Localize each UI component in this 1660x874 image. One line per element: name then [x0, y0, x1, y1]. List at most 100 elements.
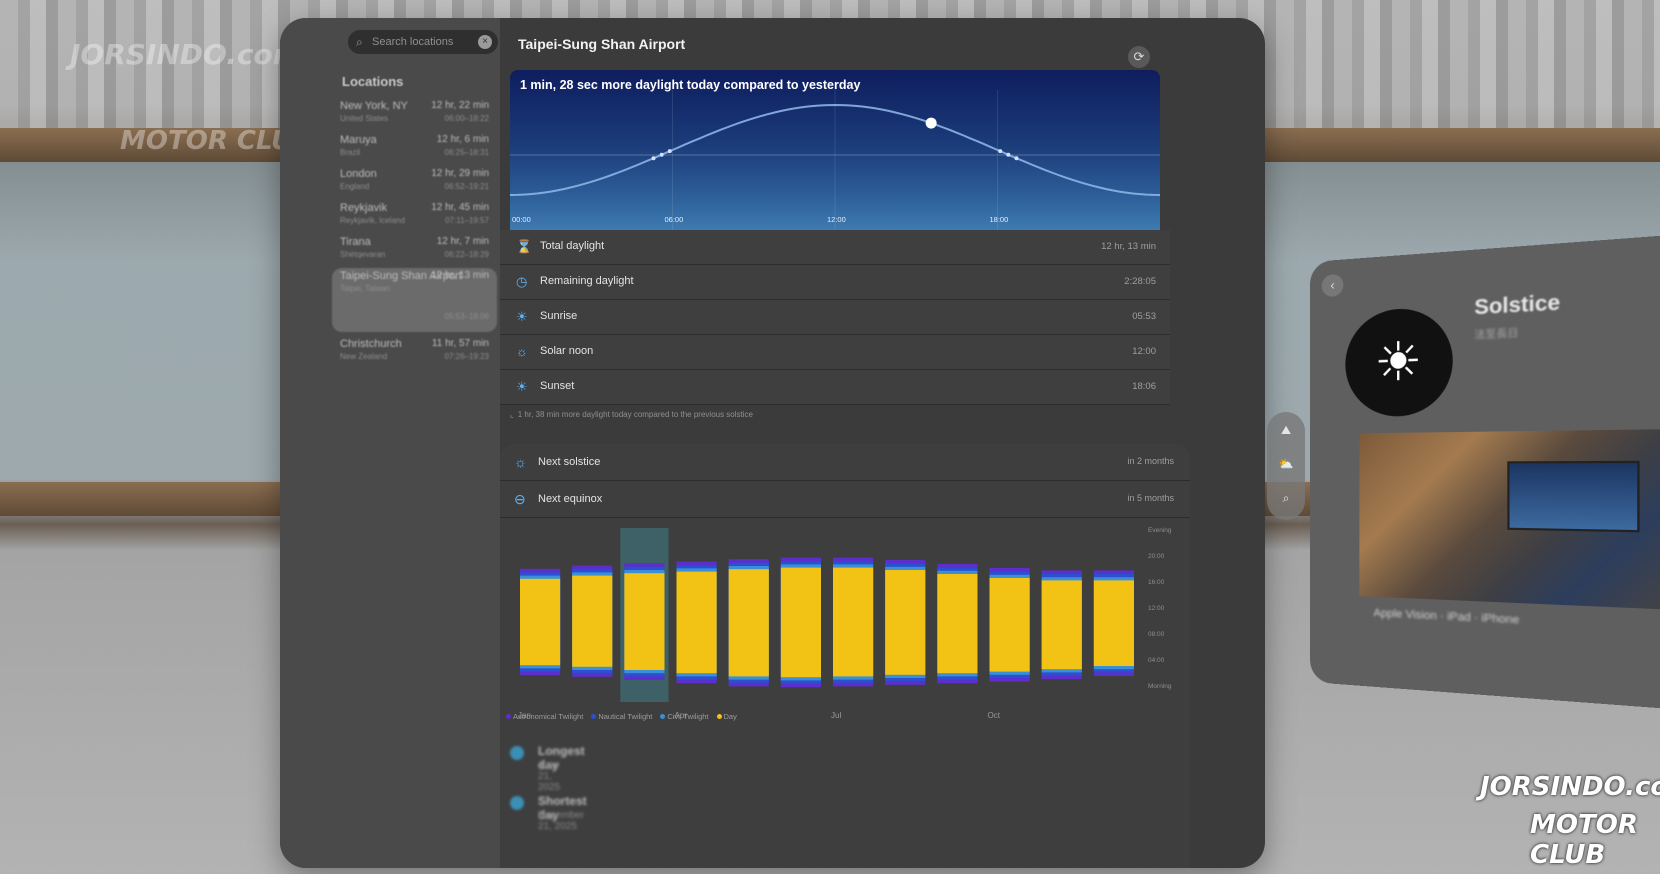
location-daylight: 12 hr, 29 min — [431, 168, 489, 179]
legend-label: Astronomical Twilight — [513, 712, 584, 721]
event-value: in 5 months — [1127, 493, 1174, 503]
sidebar-location-item[interactable]: Tirana Shëtqevaran 12 hr, 7 min 06:22–18:29 — [332, 234, 497, 264]
stat-value: 12:00 — [1132, 346, 1156, 357]
location-daylight: 12 hr, 7 min — [436, 236, 489, 247]
event-row[interactable]: ⊖ Next equinox in 5 months — [500, 481, 1190, 518]
twilight-marker — [998, 149, 1003, 154]
sunrise-icon[interactable]: ⛰ — [1278, 422, 1294, 438]
sidebar-location-item[interactable]: Reykjavik Reykjavík, Iceland 12 hr, 45 min… — [332, 200, 497, 230]
detail-pane: Taipei-Sung Shan Airport ⟳ 00:00 06:00 12:… — [500, 18, 1265, 868]
back-icon[interactable]: ‹ — [1321, 273, 1344, 298]
x-tick-label: 18:00 — [990, 215, 1009, 224]
location-daylight: 12 hr, 22 min — [431, 100, 489, 111]
page-title: Taipei-Sung Shan Airport — [518, 36, 686, 52]
chart-legend: Astronomical Twilight Nautical Twilight Ci… — [506, 712, 745, 721]
daylight-bar — [780, 567, 821, 678]
sidebar-location-item[interactable]: Taipei-Sung Shan Airport Taipei, Taiwan 12… — [332, 268, 497, 332]
sun-icon: ☼ — [514, 454, 527, 470]
event-row[interactable]: ☼ Next solstice in 2 months — [500, 444, 1190, 481]
solstice-app-icon: ☀ — [1345, 305, 1453, 418]
location-region: Brazil — [340, 148, 361, 157]
location-daylight: 11 hr, 57 min — [431, 338, 489, 349]
daylight-bar — [1041, 580, 1082, 670]
daylight-bar — [728, 569, 769, 677]
legend-item: Nautical Twilight — [591, 712, 652, 721]
sidebar: ⌕ Search locations × Locations New York,… — [280, 18, 500, 868]
current-sun-marker[interactable] — [925, 117, 937, 129]
location-region: United States — [340, 114, 389, 123]
legend-label: Civil Twilight — [667, 712, 709, 721]
season-panel: ☼ Next solstice in 2 months ⊖ Next equinox in… — [500, 444, 1190, 868]
location-name: Tirana — [340, 236, 371, 248]
location-times: 06:00–18:22 — [444, 114, 490, 123]
secondary-subtitle: 法至長日 — [1474, 328, 1519, 342]
refresh-icon[interactable]: ⟳ — [1128, 46, 1150, 68]
secondary-title: Solstice — [1474, 291, 1561, 320]
watermark-top: JORSINDO.com — [70, 38, 302, 71]
stat-row: ☼ Solar noon 12:00 — [500, 335, 1170, 370]
room-screen-image — [1507, 460, 1640, 533]
stat-row: ⌛ Total daylight 12 hr, 13 min — [500, 230, 1170, 265]
chart-small-icon: ⌞ — [510, 410, 514, 419]
x-tick-label: 12:00 — [827, 215, 846, 224]
stats-list: ⌛ Total daylight 12 hr, 13 min ◷ Remaining d… — [500, 230, 1170, 405]
stat-row: ☀ Sunrise 05:53 — [500, 300, 1170, 335]
sidebar-location-item[interactable]: London England 12 hr, 29 min 06:52–19:21 — [332, 166, 497, 196]
stat-value: 18:06 — [1132, 381, 1156, 392]
main-window: ⌕ Search locations × Locations New York,… — [280, 18, 1265, 868]
watermark-bottom: JORSINDO.com — [1480, 772, 1660, 802]
stat-label: Total daylight — [540, 240, 605, 252]
clear-icon[interactable]: × — [478, 35, 492, 49]
sunset-icon[interactable]: ⛅ — [1278, 456, 1294, 472]
timer-icon: ◷ — [516, 274, 528, 289]
twilight-marker — [651, 156, 656, 161]
longest-day-date: June 21, 2025 — [538, 760, 561, 793]
daylight-chart-svg: 00:00 06:00 12:00 18:00 — [510, 90, 1160, 230]
time-tick-label: Morning — [1148, 683, 1172, 690]
month-tick-label: Jul — [831, 711, 841, 720]
hourglass-icon: ⌛ — [516, 239, 533, 254]
daylight-bar — [885, 570, 926, 675]
location-times: 06:25–18:31 — [444, 148, 490, 157]
search-icon[interactable]: ⌕ — [1278, 490, 1294, 506]
location-region: Shëtqevaran — [340, 250, 386, 259]
x-tick-label: 06:00 — [665, 215, 684, 224]
legend-label: Nautical Twilight — [598, 712, 653, 721]
legend-swatch — [591, 714, 597, 719]
sidebar-location-item[interactable]: New York, NY United States 12 hr, 22 min 06… — [332, 98, 497, 128]
daylight-bar — [520, 578, 561, 666]
globe-icon: ⊖ — [514, 491, 526, 507]
sidebar-location-item[interactable]: Christchurch New Zealand 11 hr, 57 min 07:2… — [332, 336, 497, 366]
stat-value: 12 hr, 13 min — [1101, 241, 1156, 252]
device-list: Apple Vision · iPad · iPhone — [1373, 606, 1520, 627]
footnote: ⌞ 1 hr, 38 min more daylight today compar… — [510, 410, 753, 419]
daylight-bar — [1093, 580, 1134, 666]
globe-icon — [510, 746, 524, 760]
location-name: New York, NY — [340, 100, 408, 112]
location-name: London — [340, 168, 377, 180]
location-region: England — [340, 182, 370, 191]
twilight-marker — [667, 149, 672, 154]
sun-icon: ☼ — [516, 344, 528, 359]
location-times: 06:22–18:29 — [444, 250, 490, 259]
twilight-marker — [1014, 156, 1019, 161]
search-input[interactable]: ⌕ Search locations × — [348, 30, 498, 54]
legend-item: Civil Twilight — [660, 712, 709, 721]
stat-label: Sunset — [540, 380, 575, 392]
shortest-day-date: December 21, 2025 — [538, 810, 585, 832]
watermark-bottom-sub: MOTOR CLUB — [1530, 810, 1638, 870]
daylight-bar — [624, 573, 665, 670]
location-daylight: 12 hr, 13 min — [431, 270, 489, 281]
stat-row: ☀ Sunset 18:06 — [500, 370, 1170, 405]
daylight-bar — [833, 567, 874, 677]
window-ornament: ⛰ ⛅ ⌕ — [1267, 412, 1305, 520]
month-tick-label: Oct — [988, 711, 1001, 720]
sidebar-location-item[interactable]: Maruya Brazil 12 hr, 6 min 06:25–18:31 — [332, 132, 497, 162]
location-daylight: 12 hr, 45 min — [431, 202, 489, 213]
legend-swatch — [660, 714, 666, 719]
legend-swatch — [716, 714, 722, 719]
location-region: Reykjavík, Iceland — [340, 216, 405, 225]
stat-label: Remaining daylight — [540, 275, 634, 287]
legend-item: Astronomical Twilight — [506, 712, 583, 721]
stat-label: Solar noon — [540, 345, 594, 357]
